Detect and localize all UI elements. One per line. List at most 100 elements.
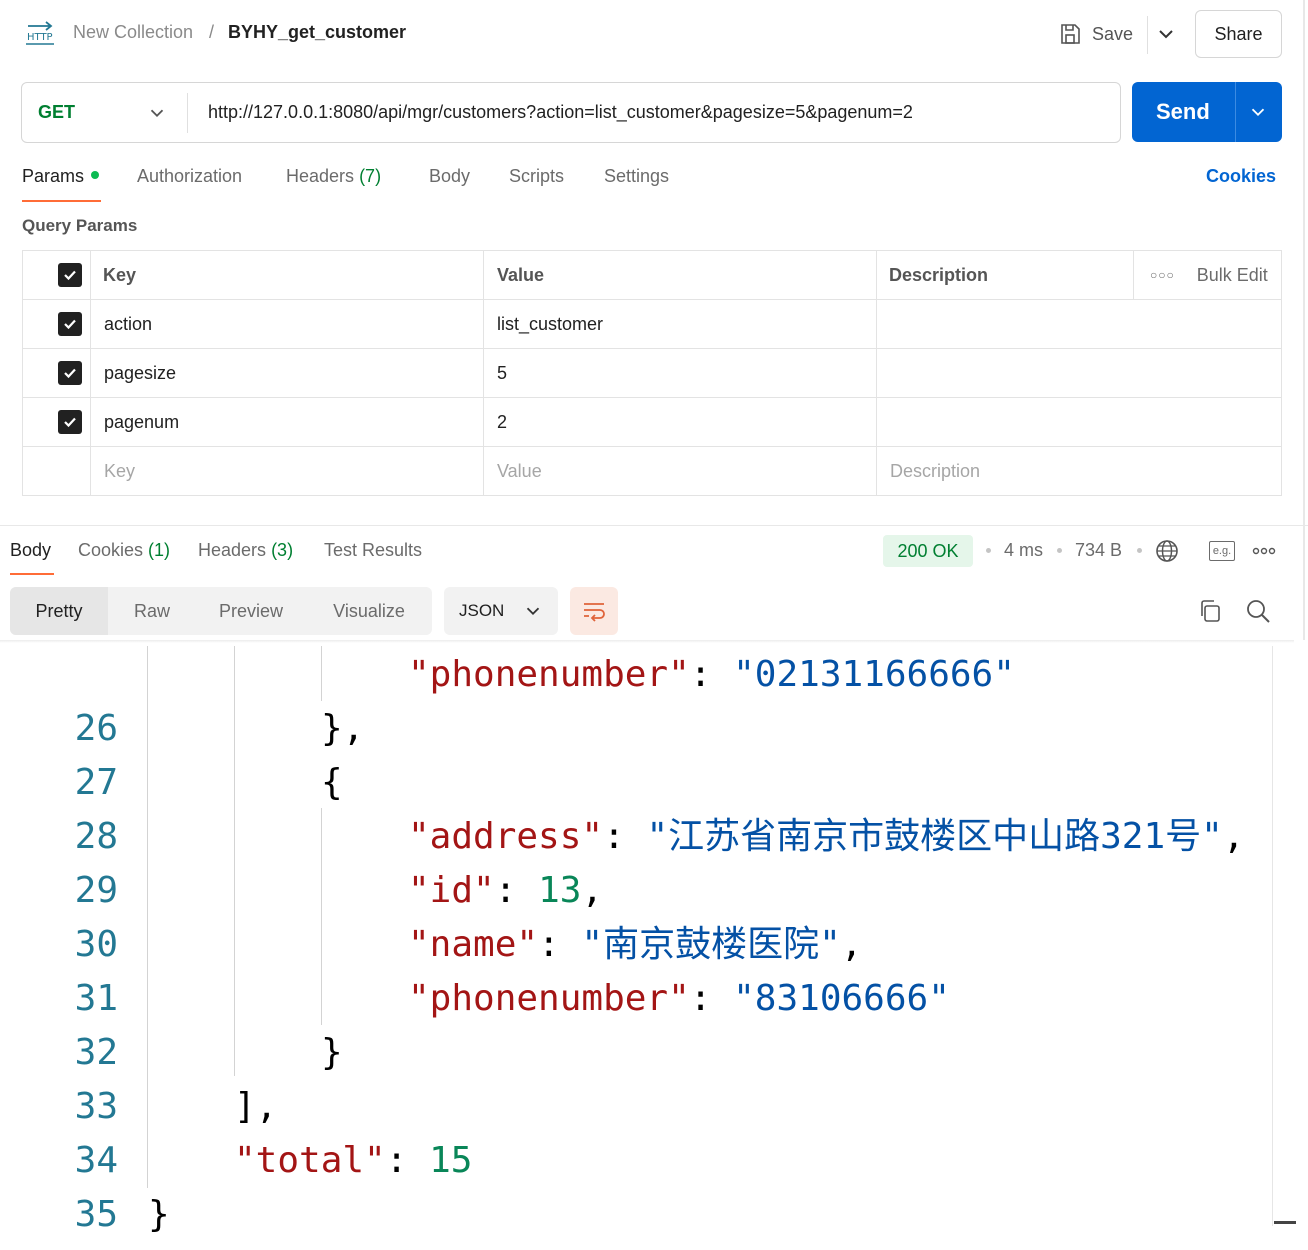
cookies-count: (1) [148, 540, 171, 560]
request-header: HTTP New Collection / BYHY_get_customer … [0, 0, 1308, 68]
tab-response-headers[interactable]: Headers (3) [198, 540, 293, 561]
wrap-lines-icon [584, 603, 605, 622]
scrollbar-thumb[interactable] [1274, 1221, 1296, 1224]
tab-response-body[interactable]: Body [10, 540, 51, 561]
chevron-down-icon[interactable] [1247, 101, 1269, 123]
save-divider [1147, 16, 1148, 54]
breadcrumb-separator: / [209, 22, 215, 42]
table-row: pagenum 2 [23, 398, 1281, 447]
word-wrap-button[interactable] [570, 587, 618, 635]
save-button[interactable]: Save [1058, 16, 1133, 52]
tab-authorization[interactable]: Authorization [137, 166, 242, 187]
response-size[interactable]: 734 B [1075, 540, 1122, 561]
tab-settings[interactable]: Settings [604, 166, 669, 187]
param-description[interactable] [876, 300, 1281, 348]
copy-icon[interactable] [1197, 598, 1223, 624]
code-text: "address": "江苏省南京市鼓楼区中山路321号", [408, 816, 1245, 857]
line-number: 36 [0, 1242, 118, 1246]
select-all-checkbox[interactable] [58, 251, 82, 299]
code-line: 27 }, [0, 702, 1294, 803]
bulk-edit-label: Bulk Edit [1196, 264, 1268, 285]
param-key[interactable]: action [90, 300, 483, 348]
search-icon[interactable] [1245, 598, 1271, 624]
send-button[interactable]: Send [1132, 82, 1282, 142]
tab-body[interactable]: Body [429, 166, 470, 187]
param-description[interactable] [876, 349, 1281, 397]
code-text: "phonenumber": "02131166666" [408, 654, 1015, 695]
request-tabs: Params Authorization Headers (7) Body Sc… [0, 160, 1308, 204]
table-row: pagesize 5 [23, 349, 1281, 398]
row-checkbox[interactable] [58, 300, 82, 348]
new-description-input[interactable]: Description [876, 447, 1281, 495]
request-name[interactable]: BYHY_get_customer [228, 22, 406, 43]
param-value[interactable]: list_customer [483, 300, 876, 348]
save-label: Save [1092, 23, 1134, 44]
tab-headers[interactable]: Headers (7) [286, 166, 381, 187]
query-params-table: Key Value Description ○○○ Bulk Edit acti… [22, 250, 1282, 496]
meta-separator [1057, 548, 1062, 553]
check-icon [64, 417, 76, 428]
code-line: 34 ], [0, 1080, 1294, 1181]
code-text: ], [234, 1086, 278, 1127]
format-select[interactable]: JSON [444, 587, 558, 635]
code-line: 26 "phonenumber": "02131166666" [0, 648, 1294, 749]
view-mode-toggle: Pretty Raw Preview Visualize [10, 587, 432, 635]
column-description: Description [876, 251, 1133, 299]
bulk-edit-button[interactable]: ○○○ Bulk Edit [1133, 251, 1281, 299]
table-header-row: Key Value Description ○○○ Bulk Edit [23, 251, 1281, 300]
param-key[interactable]: pagenum [90, 398, 483, 446]
tab-test-results[interactable]: Test Results [324, 540, 422, 561]
url-input[interactable]: http://127.0.0.1:8080/api/mgr/customers?… [208, 102, 913, 123]
row-checkbox[interactable] [58, 398, 82, 446]
share-button[interactable]: Share [1195, 10, 1282, 58]
tab-params[interactable]: Params [22, 166, 100, 187]
editor-scrollbar[interactable] [1272, 646, 1273, 1226]
param-value[interactable]: 5 [483, 349, 876, 397]
http-icon: HTTP [26, 21, 54, 45]
check-icon [64, 368, 76, 379]
param-description[interactable] [876, 398, 1281, 446]
new-value-input[interactable]: Value [483, 447, 876, 495]
meta-separator [986, 548, 991, 553]
url-divider [187, 93, 188, 133]
new-key-input[interactable]: Key [90, 447, 483, 495]
chevron-down-icon[interactable] [1154, 22, 1178, 46]
view-preview-button[interactable]: Preview [196, 587, 306, 635]
globe-icon[interactable] [1155, 539, 1179, 563]
code-text: "id": 13, [408, 870, 604, 911]
column-key: Key [90, 251, 483, 299]
toolbar-shadow [0, 640, 1294, 643]
active-dot-icon [91, 171, 100, 180]
code-text: "total": 15 [234, 1140, 473, 1181]
tab-response-cookies[interactable]: Cookies (1) [78, 540, 170, 561]
tab-resp-headers-label: Headers [198, 540, 267, 560]
breadcrumb-collection[interactable]: New Collection [73, 22, 193, 43]
send-divider [1235, 82, 1236, 142]
tab-headers-label: Headers [286, 166, 355, 186]
more-options-icon[interactable]: ○○○ [1150, 268, 1175, 282]
param-value[interactable]: 2 [483, 398, 876, 446]
code-line: 33 } [0, 1026, 1294, 1127]
status-badge[interactable]: 200 OK [883, 535, 973, 567]
cookies-link[interactable]: Cookies [1206, 166, 1276, 187]
chevron-down-icon[interactable] [146, 102, 168, 124]
check-icon [64, 319, 76, 330]
view-raw-button[interactable]: Raw [108, 587, 196, 635]
save-example-icon[interactable]: e.g. [1209, 541, 1235, 561]
method-select[interactable]: GET [38, 102, 75, 123]
code-line: 30 "id": 13, [0, 864, 1294, 965]
url-bar: GET http://127.0.0.1:8080/api/mgr/custom… [21, 82, 1121, 143]
view-visualize-button[interactable]: Visualize [306, 587, 432, 635]
row-checkbox[interactable] [58, 349, 82, 397]
code-line: 29 "address": "江苏省南京市鼓楼区中山路321号", [0, 810, 1294, 911]
svg-text:HTTP: HTTP [27, 32, 53, 43]
view-pretty-button[interactable]: Pretty [10, 587, 108, 635]
response-time[interactable]: 4 ms [1004, 540, 1043, 561]
active-tab-underline [10, 573, 54, 575]
param-key[interactable]: pagesize [90, 349, 483, 397]
code-line: 28 { [0, 756, 1294, 857]
response-body-editor[interactable]: 26 "phonenumber": "02131166666" 27 }, 28… [0, 646, 1294, 1246]
check-icon [64, 270, 76, 281]
tab-scripts[interactable]: Scripts [509, 166, 564, 187]
more-options-icon[interactable] [1252, 544, 1276, 558]
